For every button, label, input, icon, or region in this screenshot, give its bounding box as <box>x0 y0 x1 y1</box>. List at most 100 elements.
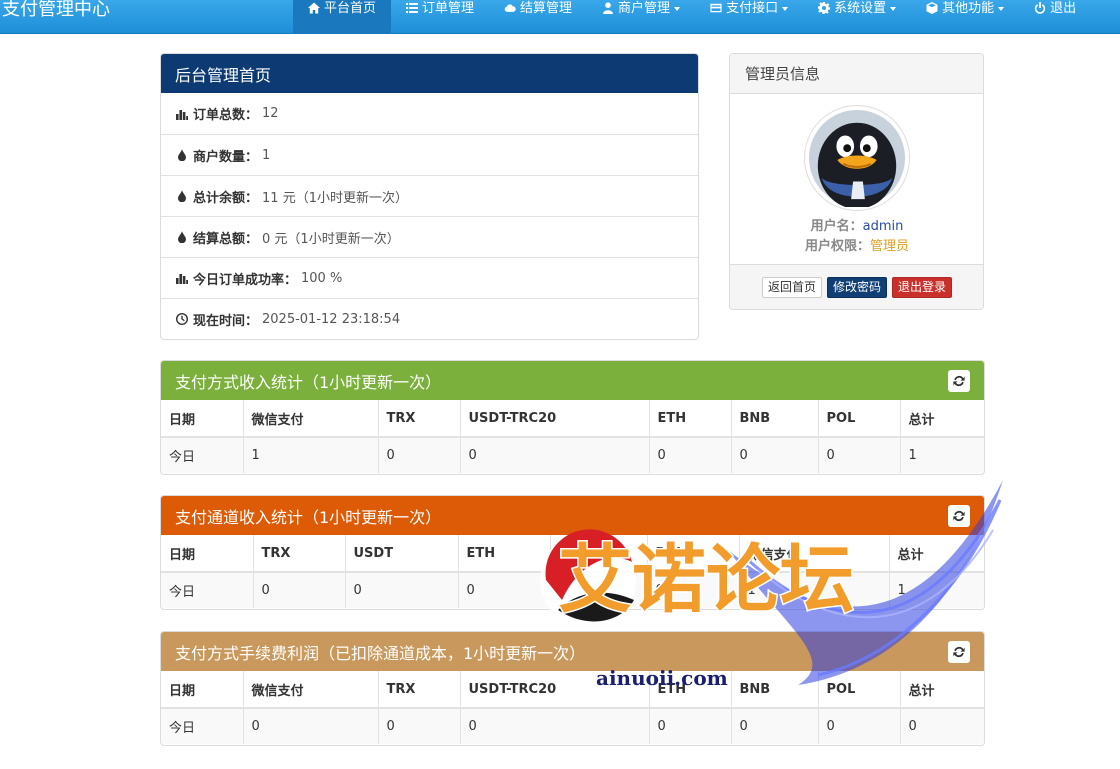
panel-title: 支付方式收入统计（1小时更新一次） <box>175 372 442 392</box>
column-header: BNB <box>730 400 818 438</box>
column-header: 微信支付 <box>242 400 378 438</box>
table-cell: 0 <box>730 437 818 473</box>
stat-row-success-rate: 今日订单成功率： 100 % <box>161 257 698 298</box>
nav-platform-home[interactable]: 平台首页 <box>293 0 392 34</box>
top-navbar: 支付管理中心 平台首页 订单管理 结算管理 商户管理 支付接口 系统设置 其他功… <box>0 0 1120 34</box>
panel-title: 管理员信息 <box>745 65 821 83</box>
column-header: ETH <box>648 400 731 438</box>
table-row: 今日 0 0 0 0 0 0 0 <box>161 708 984 744</box>
column-header: TRX <box>252 535 345 573</box>
panel-title: 支付方式手续费利润（已扣除通道成本，1小时更新一次） <box>175 643 586 663</box>
column-header: USDT <box>344 535 458 573</box>
nav-label: 其他功能 <box>942 1 995 16</box>
role-line: 用户权限：管理员 <box>730 235 983 254</box>
column-header: 日期 <box>161 535 253 573</box>
penguin-avatar-icon <box>808 109 906 209</box>
admin-info-panel: 管理员信息 用户名：admin 用户权限：管理员 返回首页 修改密码 退出登录 <box>729 53 984 310</box>
table-row: 今日 1 0 0 0 0 0 1 <box>161 437 984 473</box>
stat-value: 0 元（1小时更新一次） <box>262 231 400 247</box>
bar-chart-icon <box>176 109 188 120</box>
drop-icon <box>178 149 186 161</box>
bar-chart-icon <box>176 274 188 284</box>
username-line: 用户名：admin <box>730 215 983 234</box>
column-header: 日期 <box>161 671 243 709</box>
chevron-down-icon <box>890 7 897 11</box>
stat-label: 订单总数： <box>193 108 259 123</box>
nav-label: 支付接口 <box>726 1 779 16</box>
home-icon <box>308 2 320 14</box>
column-header: 微信支付 <box>242 671 378 709</box>
change-password-button[interactable]: 修改密码 <box>826 277 887 298</box>
watermark-url: ainuoii.com <box>596 666 728 690</box>
table-cell: 0 <box>252 572 345 608</box>
chevron-down-icon <box>782 7 789 11</box>
list-icon <box>406 3 419 13</box>
stat-value: 11 元（1小时更新一次） <box>262 190 408 206</box>
role-value: 管理员 <box>870 239 910 254</box>
stat-row-order-count: 订单总数： 12 <box>161 93 698 134</box>
column-header: 日期 <box>161 400 243 438</box>
cloud-icon <box>504 4 516 12</box>
stat-label: 商户数量： <box>193 149 259 165</box>
back-home-button[interactable]: 返回首页 <box>761 277 822 298</box>
table-cell: 0 <box>459 708 649 744</box>
stat-value: 12 <box>262 106 279 121</box>
stat-value: 100 % <box>301 270 343 286</box>
chevron-down-icon <box>674 7 681 11</box>
table-cell: 0 <box>817 437 900 473</box>
table-cell: 0 <box>459 437 649 473</box>
income-table: 日期 微信支付 TRX USDT-TRC20 ETH BNB POL 总计 今日… <box>161 400 984 473</box>
table-cell: 0 <box>648 437 731 473</box>
username-value: admin <box>862 219 904 234</box>
logout-button[interactable]: 退出登录 <box>892 277 953 298</box>
chevron-down-icon <box>998 7 1005 11</box>
table-cell: 今日 <box>161 572 253 608</box>
nav-settlement[interactable]: 结算管理 <box>489 0 587 34</box>
nav-merchants[interactable]: 商户管理 <box>587 0 695 34</box>
table-cell: 0 <box>457 572 550 608</box>
brand-title[interactable]: 支付管理中心 <box>2 0 110 24</box>
nav-system-settings[interactable]: 系统设置 <box>803 0 911 34</box>
refresh-button[interactable] <box>948 369 970 392</box>
nav-label: 平台首页 <box>324 1 377 16</box>
table-cell: 1 <box>899 437 984 473</box>
stat-label: 现在时间： <box>193 313 259 329</box>
credit-card-icon <box>710 3 722 13</box>
nav-label: 系统设置 <box>834 1 887 16</box>
table-cell: 0 <box>899 708 984 744</box>
table-cell: 0 <box>344 572 458 608</box>
nav-logout[interactable]: 退出 <box>1019 0 1091 34</box>
panel-heading: 后台管理首页 <box>161 54 698 93</box>
table-cell: 0 <box>377 437 460 473</box>
clock-icon <box>176 313 188 325</box>
stat-row-current-time: 现在时间： 2025-01-12 23:18:54 <box>161 298 698 339</box>
stat-row-settlement-total: 结算总额： 0 元（1小时更新一次） <box>161 216 698 257</box>
stat-row-total-balance: 总计余额： 11 元（1小时更新一次） <box>161 175 698 216</box>
dashboard-home-panel: 后台管理首页 订单总数： 12 商户数量： 1 总计余额： 11 元（1小时更新… <box>160 53 699 340</box>
nav-orders[interactable]: 订单管理 <box>391 0 489 34</box>
refresh-icon <box>953 375 965 386</box>
stat-value: 2025-01-12 23:18:54 <box>262 311 401 327</box>
nav-label: 商户管理 <box>618 1 671 16</box>
panel-title: 后台管理首页 <box>175 65 272 85</box>
nav-other-functions[interactable]: 其他功能 <box>911 0 1019 34</box>
table-cell: 0 <box>730 708 818 744</box>
table-cell: 0 <box>242 708 378 744</box>
table-cell: 今日 <box>161 437 243 473</box>
forum-watermark-logo: 艾诺论坛 ainuoii.com <box>540 480 1003 690</box>
stat-label: 结算总额： <box>193 231 259 247</box>
stat-label: 今日订单成功率： <box>193 272 298 288</box>
column-header: USDT-TRC20 <box>459 400 649 438</box>
watermark-title: 艾诺论坛 <box>558 537 854 623</box>
nav-label: 退出 <box>1050 1 1077 16</box>
user-icon <box>603 2 614 14</box>
stat-label: 总计余额： <box>193 190 259 206</box>
table-cell: 0 <box>817 708 900 744</box>
nav-payment-interfaces[interactable]: 支付接口 <box>695 0 803 34</box>
box-icon <box>926 2 938 14</box>
column-header: POL <box>817 400 900 438</box>
panel-heading: 支付方式收入统计（1小时更新一次） <box>161 361 984 400</box>
main-nav: 平台首页 订单管理 结算管理 商户管理 支付接口 系统设置 其他功能 退出 <box>293 0 1091 34</box>
gear-icon <box>818 2 831 14</box>
stat-value: 1 <box>262 147 271 163</box>
